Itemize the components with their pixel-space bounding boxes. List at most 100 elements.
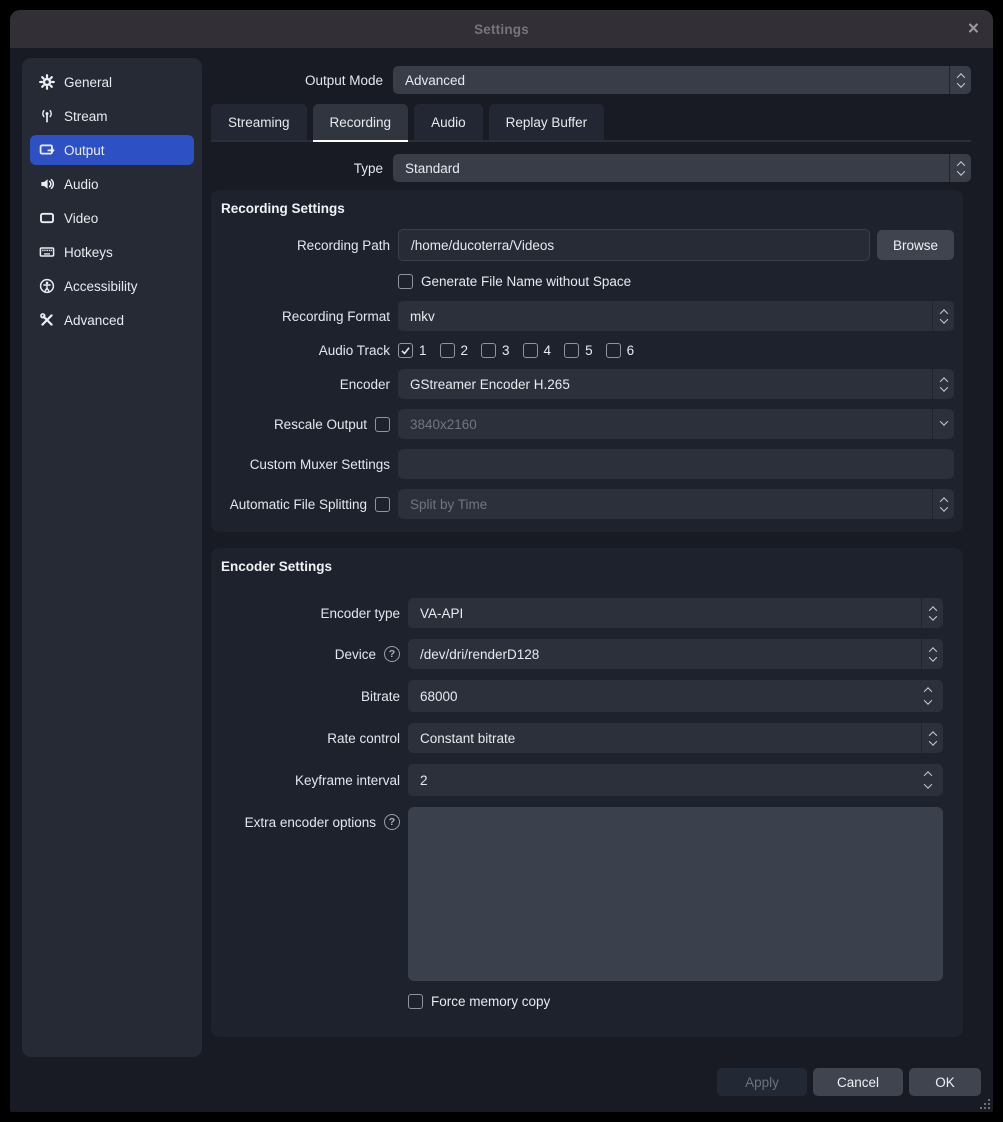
device-row: Device ? /dev/dri/renderD128 xyxy=(221,639,943,669)
audio-track-6[interactable]: 6 xyxy=(606,343,635,358)
sidebar-item-label: Output xyxy=(64,143,105,158)
force-memory-copy-checkbox-row[interactable]: Force memory copy xyxy=(408,994,550,1009)
audio-track-4[interactable]: 4 xyxy=(523,343,552,358)
audio-track-5[interactable]: 5 xyxy=(564,343,593,358)
keyboard-icon xyxy=(39,244,55,260)
spinner-icon[interactable] xyxy=(925,680,931,712)
screen: Settings × General Stream Output Audio Video… xyxy=(0,0,1003,1122)
spinner-icon[interactable] xyxy=(921,598,943,628)
titlebar[interactable]: Settings × xyxy=(10,10,993,48)
tab-bar: Streaming RecordingAudioReplay Buffer xyxy=(211,104,971,142)
spinner-icon[interactable] xyxy=(932,369,954,399)
sidebar-item-stream[interactable]: Stream xyxy=(30,101,194,131)
chevron-down-icon xyxy=(932,409,954,439)
bitrate-row: Bitrate 68000 xyxy=(221,680,943,712)
type-label: Type xyxy=(211,161,383,176)
gear-icon xyxy=(39,74,55,90)
resize-grip-icon[interactable] xyxy=(978,1097,990,1109)
tab-recording[interactable]: Recording xyxy=(313,104,409,140)
spinner-icon[interactable] xyxy=(949,154,971,182)
audio-track-number: 2 xyxy=(461,343,469,358)
rescale-output-row: Rescale Output 3840x2160 xyxy=(221,409,954,439)
dialog-footer: Apply Cancel OK xyxy=(717,1068,981,1096)
tab-audio[interactable]: Audio xyxy=(414,104,483,140)
audio-track-label: Audio Track xyxy=(319,343,390,358)
tools-icon xyxy=(39,312,55,328)
help-icon[interactable]: ? xyxy=(384,814,400,830)
encoder-type-select[interactable]: VA-API xyxy=(408,598,943,628)
auto-split-mode-select: Split by Time xyxy=(398,489,954,519)
device-select[interactable]: /dev/dri/renderD128 xyxy=(408,639,943,669)
device-label: Device xyxy=(335,647,376,662)
recording-settings-title: Recording Settings xyxy=(221,201,954,217)
sidebar-item-video[interactable]: Video xyxy=(30,203,194,233)
main-content: Output Mode Advanced StreamingRecordingA… xyxy=(211,52,971,1037)
recording-path-input[interactable] xyxy=(398,229,870,261)
custom-muxer-row: Custom Muxer Settings xyxy=(221,449,954,479)
rate-control-label: Rate control xyxy=(327,731,400,746)
sidebar-item-accessibility[interactable]: Accessibility xyxy=(30,271,194,301)
close-icon[interactable]: × xyxy=(968,20,979,39)
keyframe-interval-spinbox[interactable]: 2 xyxy=(408,764,943,796)
auto-split-checkbox[interactable] xyxy=(375,497,390,512)
generate-no-space-checkbox-row[interactable]: Generate File Name without Space xyxy=(398,274,631,289)
rescale-output-label: Rescale Output xyxy=(274,417,367,432)
ok-button[interactable]: OK xyxy=(909,1068,981,1096)
sidebar-item-label: General xyxy=(64,75,112,90)
audio-track-1[interactable]: 1 xyxy=(398,343,427,358)
bitrate-spinbox[interactable]: 68000 xyxy=(408,680,943,712)
window-title: Settings xyxy=(474,22,529,37)
rate-control-select[interactable]: Constant bitrate xyxy=(408,723,943,753)
audio-track-checkbox-1[interactable] xyxy=(398,343,413,358)
encoder-select[interactable]: GStreamer Encoder H.265 xyxy=(398,369,954,399)
broadcast-icon xyxy=(39,108,55,124)
auto-split-label: Automatic File Splitting xyxy=(230,497,367,512)
audio-track-3[interactable]: 3 xyxy=(481,343,510,358)
audio-track-checkboxes: 1 2 345 6 xyxy=(398,343,647,358)
type-select[interactable]: Standard xyxy=(393,154,971,182)
audio-track-checkbox-6[interactable] xyxy=(606,343,621,358)
rescale-output-checkbox[interactable] xyxy=(375,417,390,432)
audio-track-number: 3 xyxy=(502,343,510,358)
speaker-icon xyxy=(39,176,55,192)
browse-button[interactable]: Browse xyxy=(877,230,954,260)
apply-button[interactable]: Apply xyxy=(717,1068,807,1096)
sidebar-item-hotkeys[interactable]: Hotkeys xyxy=(30,237,194,267)
generate-no-space-checkbox[interactable] xyxy=(398,274,413,289)
audio-track-2[interactable]: 2 xyxy=(440,343,469,358)
output-mode-select[interactable]: Advanced xyxy=(393,66,971,94)
audio-track-number: 6 xyxy=(627,343,635,358)
sidebar-item-label: Video xyxy=(64,211,98,226)
tab-streaming[interactable]: Streaming xyxy=(211,104,307,140)
custom-muxer-label: Custom Muxer Settings xyxy=(250,457,390,472)
help-icon[interactable]: ? xyxy=(384,646,400,662)
force-memory-copy-row: Force memory copy xyxy=(221,994,943,1009)
tab-label: Streaming xyxy=(228,115,290,130)
audio-track-checkbox-5[interactable] xyxy=(564,343,579,358)
spinner-icon[interactable] xyxy=(921,723,943,753)
audio-track-checkbox-2[interactable] xyxy=(440,343,455,358)
sidebar-item-general[interactable]: General xyxy=(30,67,194,97)
spinner-icon[interactable] xyxy=(932,301,954,331)
force-memory-copy-checkbox[interactable] xyxy=(408,994,423,1009)
tab-replay-buffer[interactable]: Replay Buffer xyxy=(489,104,605,140)
audio-track-checkbox-3[interactable] xyxy=(481,343,496,358)
sidebar-item-audio[interactable]: Audio xyxy=(30,169,194,199)
encoder-type-row: Encoder type VA-API xyxy=(221,598,943,628)
audio-track-checkbox-4[interactable] xyxy=(523,343,538,358)
cancel-button[interactable]: Cancel xyxy=(813,1068,903,1096)
extra-options-row: Extra encoder options ? xyxy=(221,807,943,981)
extra-options-label: Extra encoder options xyxy=(245,815,376,830)
custom-muxer-input[interactable] xyxy=(398,449,954,479)
spinner-icon[interactable] xyxy=(949,66,971,94)
spinner-icon[interactable] xyxy=(921,639,943,669)
recording-path-row: Recording Path Browse xyxy=(221,229,954,261)
auto-split-row: Automatic File Splitting Split by Time xyxy=(221,489,954,519)
bitrate-label: Bitrate xyxy=(361,689,400,704)
spinner-icon[interactable] xyxy=(925,764,931,796)
sidebar-item-output[interactable]: Output xyxy=(30,135,194,165)
sidebar-item-advanced[interactable]: Advanced xyxy=(30,305,194,335)
extra-options-textarea[interactable] xyxy=(408,807,943,981)
recording-format-select[interactable]: mkv xyxy=(398,301,954,331)
encoder-label: Encoder xyxy=(340,377,390,392)
